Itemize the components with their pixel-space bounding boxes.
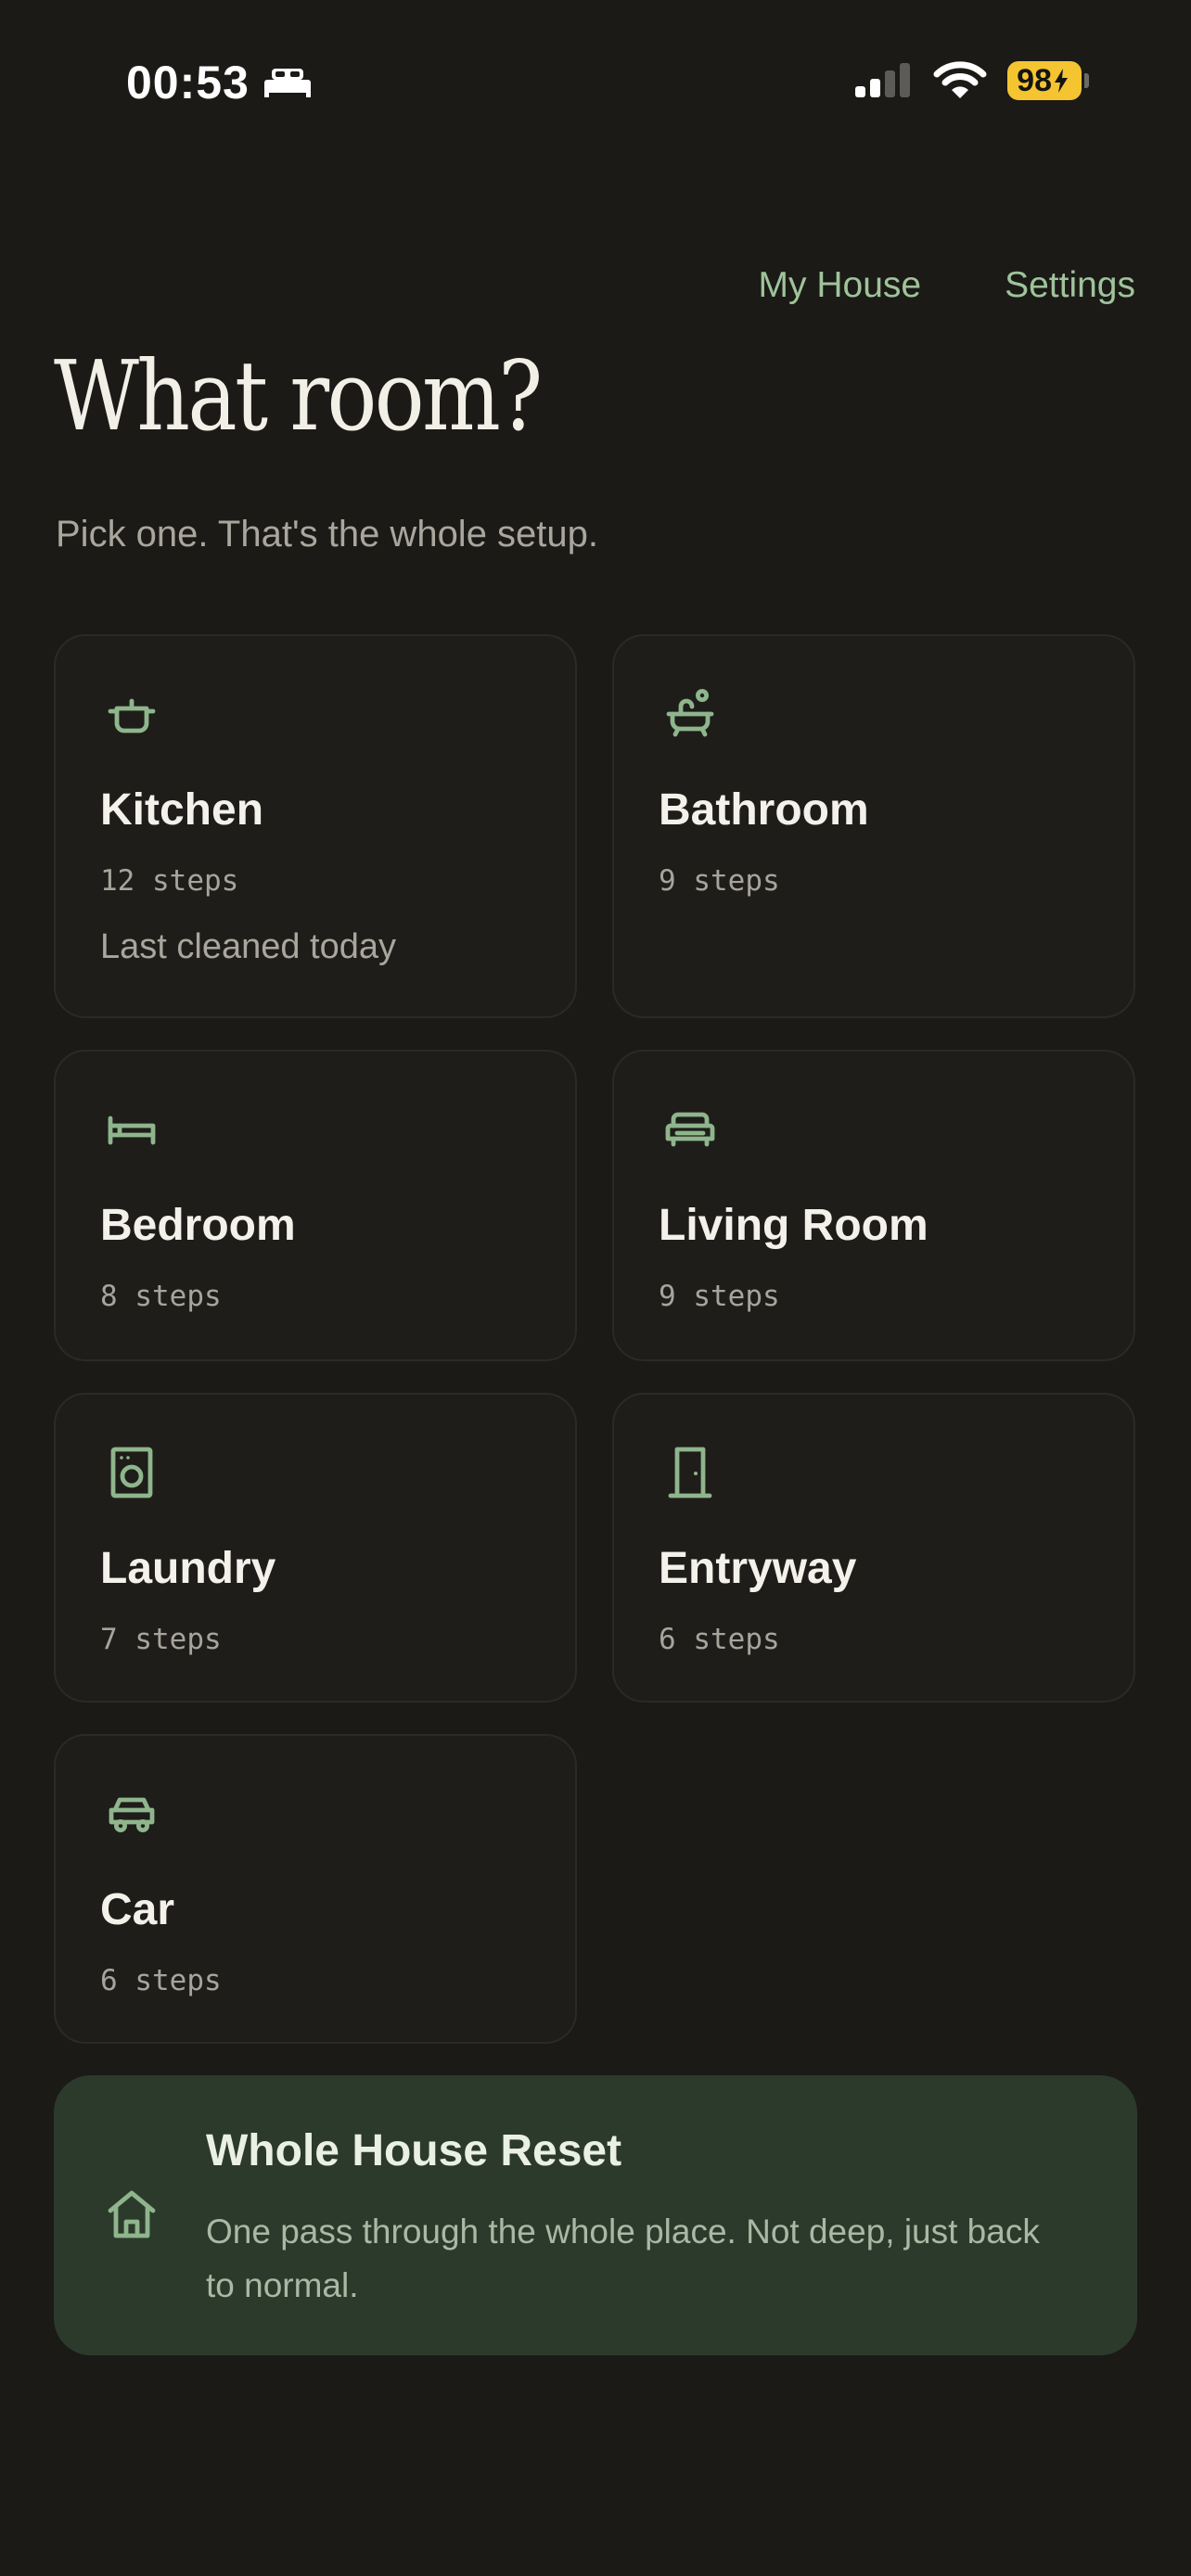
room-card-living-room[interactable]: Living Room 9 steps (612, 1050, 1135, 1361)
room-steps: 8 steps (100, 1280, 222, 1313)
my-house-link[interactable]: My House (759, 265, 922, 306)
room-name: Bathroom (659, 785, 869, 835)
bed-icon (108, 1116, 156, 1145)
top-nav: My House Settings (759, 265, 1135, 306)
status-time: 00:53 (126, 56, 313, 109)
sofa-icon (665, 1112, 715, 1147)
settings-link[interactable]: Settings (1005, 265, 1135, 306)
battery-indicator: 98 (1007, 61, 1089, 100)
page-title: What room? (54, 339, 543, 453)
door-icon (668, 1447, 712, 1498)
reset-title: Whole House Reset (206, 2126, 622, 2175)
pot-icon (108, 698, 156, 733)
room-name: Laundry (100, 1544, 276, 1593)
room-steps: 12 steps (100, 864, 239, 898)
room-name: Living Room (659, 1201, 928, 1250)
wifi-icon (933, 61, 987, 98)
room-steps: 6 steps (100, 1964, 222, 1997)
room-name: Bedroom (100, 1201, 296, 1250)
page-subtitle: Pick one. That's the whole setup. (56, 514, 599, 555)
cellular-signal-icon (855, 63, 911, 97)
room-card-car[interactable]: Car 6 steps (54, 1734, 577, 2044)
charging-bolt-icon (1055, 69, 1068, 93)
sleep-focus-icon (263, 69, 311, 97)
room-name: Car (100, 1885, 175, 1934)
battery-level: 98 (1017, 63, 1052, 98)
room-card-bedroom[interactable]: Bedroom 8 steps (54, 1050, 577, 1361)
room-steps: 9 steps (659, 1280, 780, 1313)
car-icon (109, 1797, 155, 1833)
status-bar: 00:53 98 (0, 0, 1191, 167)
room-card-bathroom[interactable]: Bathroom 9 steps (612, 634, 1135, 1018)
status-indicators: 98 (853, 61, 1089, 100)
bathtub-icon (666, 689, 714, 737)
room-card-entryway[interactable]: Entryway 6 steps (612, 1393, 1135, 1702)
house-icon (108, 2190, 156, 2238)
room-name: Entryway (659, 1544, 857, 1593)
washing-machine-icon (110, 1447, 153, 1498)
room-card-kitchen[interactable]: Kitchen 12 steps Last cleaned today (54, 634, 577, 1018)
room-steps: 6 steps (659, 1623, 780, 1656)
room-name: Kitchen (100, 785, 264, 835)
room-steps: 7 steps (100, 1623, 222, 1656)
reset-description: One pass through the whole place. Not de… (206, 2213, 1040, 2304)
room-steps: 9 steps (659, 864, 780, 898)
clock-text: 00:53 (126, 57, 250, 108)
room-card-laundry[interactable]: Laundry 7 steps (54, 1393, 577, 1702)
last-cleaned-note: Last cleaned today (100, 927, 397, 966)
whole-house-reset-card[interactable]: Whole House Reset One pass through the w… (54, 2075, 1137, 2355)
battery-cap (1084, 73, 1089, 88)
